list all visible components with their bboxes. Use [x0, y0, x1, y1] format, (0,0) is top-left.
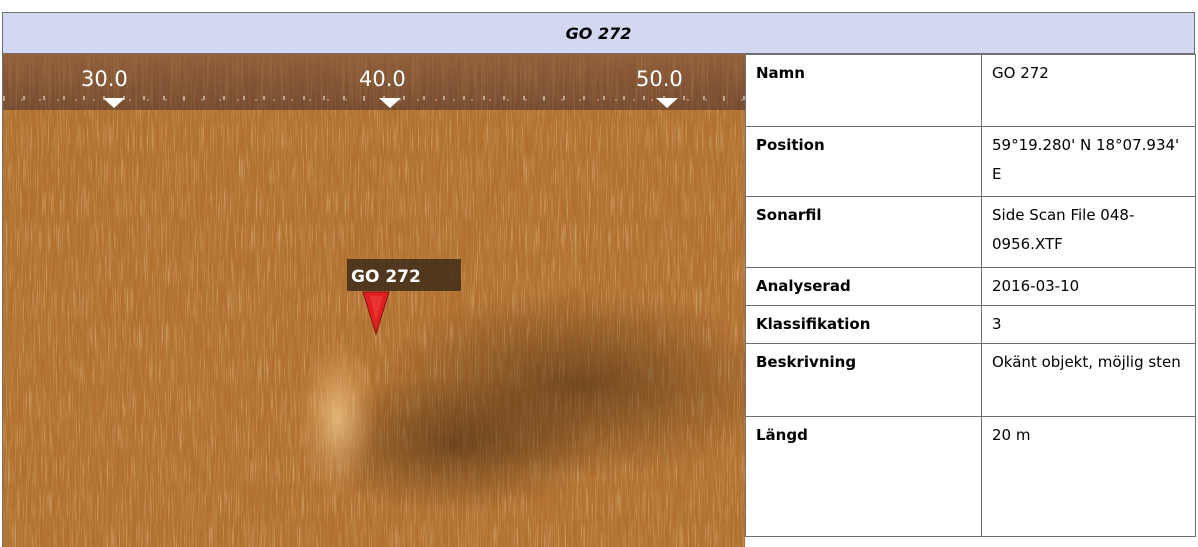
- details-value: 59°19.280' N 18°07.934' E: [981, 126, 1196, 197]
- details-key: Namn: [745, 54, 982, 127]
- details-table: Namn GO 272 Position 59°19.280' N 18°07.…: [745, 54, 1196, 537]
- details-row-position: Position 59°19.280' N 18°07.934' E: [745, 126, 1196, 197]
- details-row-analyserad: Analyserad 2016-03-10: [745, 267, 1196, 306]
- scale-label-40: 40.0: [359, 67, 406, 91]
- sonar-canvas: 30.0 40.0 50.0 GO 272: [3, 54, 745, 547]
- details-row-sonarfil: Sonarfil Side Scan File 048-0956.XTF: [745, 196, 1196, 268]
- details-key: Sonarfil: [745, 196, 982, 268]
- details-value: GO 272: [981, 54, 1196, 127]
- details-row-klassifikation: Klassifikation 3: [745, 305, 1196, 344]
- details-value: 2016-03-10: [981, 267, 1196, 306]
- details-key: Position: [745, 126, 982, 197]
- details-value: 20 m: [981, 416, 1196, 537]
- details-key: Klassifikation: [745, 305, 982, 344]
- details-key: Längd: [745, 416, 982, 537]
- details-value: Okänt objekt, möjlig sten: [981, 343, 1196, 417]
- details-row-langd: Längd 20 m: [745, 416, 1196, 537]
- details-value: 3: [981, 305, 1196, 344]
- marker-label: GO 272: [351, 267, 421, 287]
- target-report: GO 272 30.0 40.0 50.0 GO 272 Namn GO 272…: [0, 0, 1198, 547]
- details-value: Side Scan File 048-0956.XTF: [981, 196, 1196, 268]
- title-bar: GO 272: [2, 12, 1195, 54]
- details-row-namn: Namn GO 272: [745, 54, 1196, 127]
- scale-label-30: 30.0: [81, 67, 128, 91]
- details-key: Beskrivning: [745, 343, 982, 417]
- details-key: Analyserad: [745, 267, 982, 306]
- details-row-beskrivning: Beskrivning Okänt objekt, möjlig sten: [745, 343, 1196, 417]
- page-title: GO 272: [565, 23, 632, 43]
- target-reflection: [298, 339, 378, 499]
- scale-label-50: 50.0: [636, 67, 683, 91]
- sonar-image: 30.0 40.0 50.0 GO 272: [2, 54, 745, 547]
